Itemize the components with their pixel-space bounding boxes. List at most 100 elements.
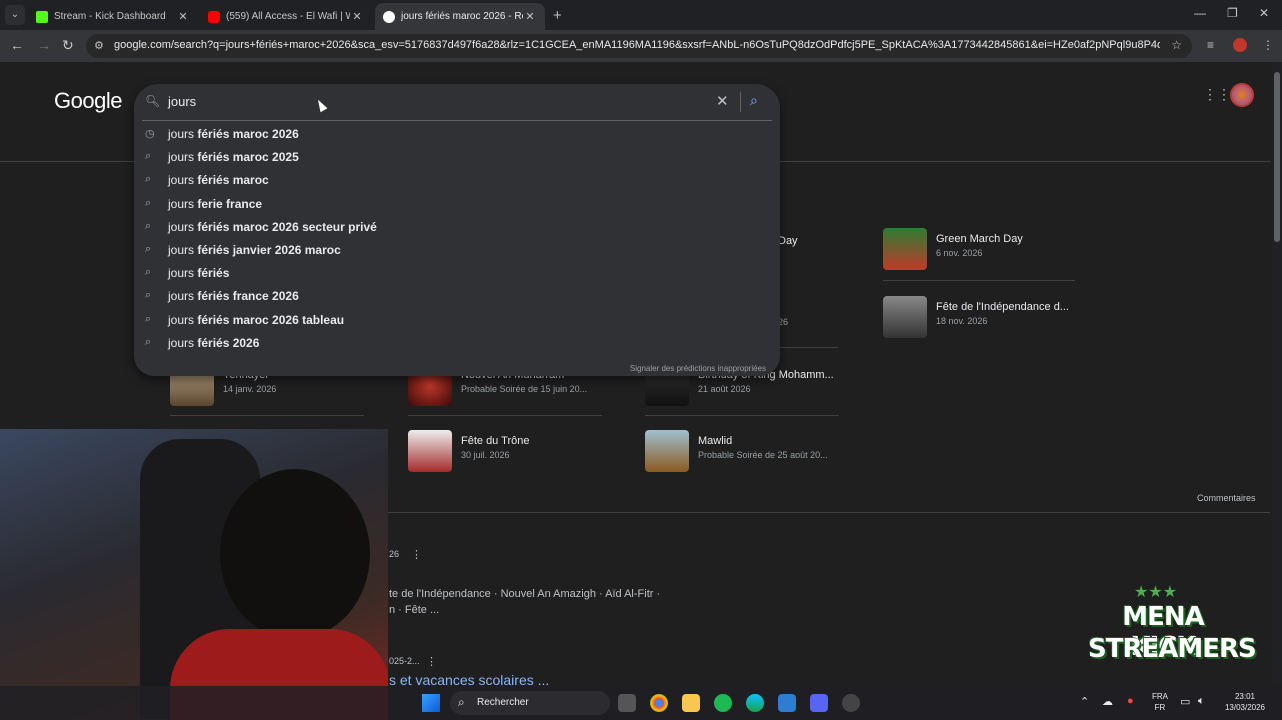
suggestion-item[interactable]: ⌕ jours fériés maroc 2025 bbox=[134, 146, 780, 169]
suggestion-item[interactable]: ⌕ jours fériés maroc 2026 tableau bbox=[134, 309, 780, 332]
forward-icon[interactable]: → bbox=[37, 37, 51, 53]
divider bbox=[170, 415, 364, 416]
suggestion-item[interactable]: ⌕ jours fériés france 2026 bbox=[134, 285, 780, 308]
scrollbar[interactable] bbox=[1272, 62, 1282, 686]
keyboard-layout: FR bbox=[1154, 703, 1166, 712]
divider bbox=[645, 415, 839, 416]
language-indicator[interactable]: FRA FR bbox=[1152, 691, 1168, 713]
suggestion-prefix: jours bbox=[168, 196, 195, 211]
search-icon: ⌕ bbox=[145, 266, 152, 279]
search-icon: ⌕ bbox=[458, 695, 465, 709]
holiday-date: 21 août 2026 bbox=[698, 384, 751, 394]
report-predictions-link[interactable]: Signaler des prédictions inappropriées bbox=[630, 364, 766, 373]
holiday-thumbnail bbox=[883, 228, 927, 270]
suggestion-item[interactable]: ◷ jours fériés maroc 2026 bbox=[134, 123, 780, 146]
settings-app-icon[interactable] bbox=[842, 694, 860, 712]
holiday-name: Fête de l'Indépendance d... bbox=[936, 301, 1069, 313]
volume-icon[interactable]: 🔈︎ bbox=[1198, 695, 1205, 708]
result-snippet: te de l'Indépendance · Nouvel An Amazigh… bbox=[389, 588, 661, 600]
overlay-line-2: STREAMERS bbox=[1088, 634, 1257, 664]
language-code: FRA bbox=[1152, 692, 1168, 701]
suggestion-item[interactable]: ⌕ jours fériés maroc bbox=[134, 169, 780, 192]
search-input[interactable]: jours bbox=[168, 94, 196, 109]
bookmark-star-icon[interactable]: ☆ bbox=[1171, 38, 1182, 52]
suggestion-prefix: jours bbox=[168, 289, 195, 304]
windows-taskbar: ⌕ Rechercher ⌃ ☁ ● FRA FR ▭ 🔈︎ 23:01 13/… bbox=[0, 686, 1282, 720]
back-icon[interactable]: ← bbox=[10, 37, 24, 53]
store-icon[interactable] bbox=[778, 694, 796, 712]
discord-icon[interactable] bbox=[810, 694, 828, 712]
url-text[interactable]: google.com/search?q=jours+fériés+maroc+2… bbox=[114, 39, 1160, 51]
suggestion-completion: fériés maroc 2026 tableau bbox=[194, 312, 345, 327]
suggestion-text: jours fériés bbox=[168, 266, 229, 280]
suggestion-item[interactable]: ⌕ jours fériés janvier 2026 maroc bbox=[134, 239, 780, 262]
suggestion-text: jours fériés maroc 2026 secteur privé bbox=[168, 220, 377, 234]
holiday-name: Green March Day bbox=[936, 233, 1023, 245]
suggestion-item[interactable]: ⌕ jours ferie france bbox=[134, 193, 780, 216]
window-close-icon[interactable]: ✕ bbox=[1259, 6, 1269, 20]
new-tab-icon[interactable]: + bbox=[553, 7, 562, 24]
browser-menu-icon[interactable]: ⋮ bbox=[1262, 38, 1274, 52]
restore-icon[interactable]: ❐ bbox=[1227, 6, 1238, 20]
account-avatar[interactable] bbox=[1230, 83, 1254, 107]
webcam-overlay bbox=[0, 429, 388, 720]
google-logo[interactable]: Google bbox=[54, 88, 122, 114]
clock-time: 23:01 bbox=[1234, 692, 1256, 701]
tab-google-search[interactable]: jours fériés maroc 2026 - Reche ✕ bbox=[375, 3, 545, 30]
edge-icon[interactable] bbox=[746, 694, 764, 712]
google-favicon-icon bbox=[383, 10, 395, 23]
onedrive-icon[interactable]: ☁ bbox=[1102, 695, 1113, 708]
feedback-link[interactable]: Commentaires bbox=[1197, 493, 1256, 503]
microphone-icon[interactable]: ● bbox=[1127, 695, 1134, 707]
network-icon[interactable]: ▭ bbox=[1180, 695, 1190, 708]
webcam-person bbox=[220, 469, 370, 639]
holiday-name: Fête du Trône bbox=[461, 435, 530, 447]
address-bar[interactable]: ⚙ google.com/search?q=jours+fériés+maroc… bbox=[86, 34, 1192, 58]
divider bbox=[142, 120, 772, 121]
media-control-icon[interactable]: ≡ bbox=[1207, 38, 1214, 52]
minimize-icon[interactable]: — bbox=[1194, 6, 1206, 20]
suggestion-prefix: jours bbox=[168, 312, 195, 327]
suggestion-prefix: jours bbox=[168, 266, 195, 281]
result-more-icon[interactable]: ⋮ bbox=[411, 548, 422, 561]
site-info-icon[interactable]: ⚙ bbox=[94, 39, 104, 52]
tab-close-icon[interactable]: ✕ bbox=[523, 10, 537, 23]
browser-tab-strip: ⌄ Stream - Kick Dashboard ✕ (559) All Ac… bbox=[0, 0, 1282, 30]
task-view-icon[interactable] bbox=[618, 694, 636, 712]
mena-kick-streamers-logo: ★★★ MENA KICK STREAMERS bbox=[1082, 584, 1257, 684]
profile-avatar-icon[interactable] bbox=[1233, 38, 1247, 52]
scrollbar-thumb[interactable] bbox=[1274, 72, 1280, 242]
taskbar-search[interactable]: ⌕ Rechercher bbox=[450, 691, 610, 715]
section-divider bbox=[388, 512, 1270, 513]
tray-overflow-icon[interactable]: ⌃ bbox=[1080, 695, 1089, 708]
system-clock[interactable]: 23:01 13/03/2026 bbox=[1220, 691, 1270, 713]
google-apps-icon[interactable]: ⋮⋮ bbox=[1203, 86, 1231, 103]
chrome-icon[interactable] bbox=[650, 694, 668, 712]
reload-icon[interactable]: ↻ bbox=[62, 37, 74, 54]
suggestion-item[interactable]: ⌕ jours fériés maroc 2026 secteur privé bbox=[134, 216, 780, 239]
search-icon: ⌕ bbox=[145, 312, 152, 325]
suggestion-completion: fériés janvier 2026 maroc bbox=[194, 243, 341, 257]
file-explorer-icon[interactable] bbox=[682, 694, 700, 712]
tab-close-icon[interactable]: ✕ bbox=[176, 10, 190, 23]
result-date: 025-2... bbox=[389, 656, 420, 666]
search-icon: 🔍︎ bbox=[145, 94, 161, 108]
suggestion-prefix: jours bbox=[168, 335, 195, 350]
suggestion-completion: fériés maroc 2026 secteur privé bbox=[194, 219, 377, 234]
suggestion-completion: fériés bbox=[194, 266, 230, 281]
clear-search-icon[interactable]: ✕ bbox=[716, 92, 729, 110]
tab-close-icon[interactable]: ✕ bbox=[350, 10, 364, 23]
tab-youtube[interactable]: (559) All Access - El Wafi | WYD ✕ bbox=[200, 3, 372, 30]
holiday-thumbnail bbox=[645, 430, 689, 472]
windows-start-icon[interactable] bbox=[422, 694, 440, 712]
tab-kick-dashboard[interactable]: Stream - Kick Dashboard ✕ bbox=[28, 3, 198, 30]
holiday-date: 30 juil. 2026 bbox=[461, 450, 510, 460]
suggestion-item[interactable]: ⌕ jours fériés bbox=[134, 262, 780, 285]
suggestion-text: jours fériés france 2026 bbox=[168, 289, 299, 303]
result-more-icon[interactable]: ⋮ bbox=[426, 655, 437, 668]
spotify-icon[interactable] bbox=[714, 694, 732, 712]
tab-search-icon[interactable]: ⌄ bbox=[5, 5, 25, 25]
suggestion-item[interactable]: ⌕ jours fériés 2026 bbox=[134, 332, 780, 355]
search-submit-icon[interactable]: ⌕ bbox=[750, 92, 758, 109]
browser-toolbar: ← → ↻ ⚙ google.com/search?q=jours+fériés… bbox=[0, 30, 1282, 62]
